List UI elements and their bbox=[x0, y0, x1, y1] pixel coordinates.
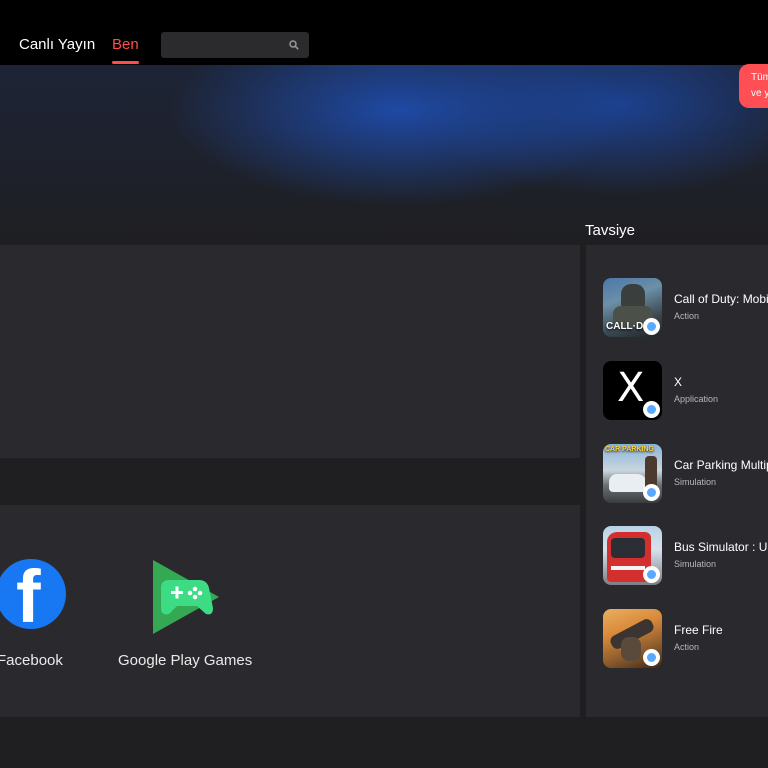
rec-item-car-parking[interactable]: CAR PARKING Car Parking Multiplayer Simu… bbox=[603, 444, 768, 504]
rec-item-free-fire[interactable]: Free Fire Action bbox=[603, 609, 768, 669]
rec-item-call-of-duty[interactable]: CALL·DU Call of Duty: Mobile Action bbox=[603, 278, 768, 338]
cloud-badge-icon bbox=[643, 566, 660, 583]
rec-name: Car Parking Multiplayer bbox=[674, 458, 768, 472]
cloud-badge-icon bbox=[643, 484, 660, 501]
rec-item-bus-simulator[interactable]: Bus Simulator : Ultimate Simulation bbox=[603, 526, 768, 586]
app-tile-google-play-games[interactable]: Google Play Games bbox=[118, 505, 258, 685]
tab-live-stream[interactable]: Canlı Yayın bbox=[19, 36, 95, 53]
google-play-games-icon[interactable] bbox=[151, 558, 221, 636]
rec-category: Simulation bbox=[674, 477, 717, 487]
rec-item-x[interactable]: X X Application bbox=[603, 361, 768, 421]
free-fire-icon[interactable] bbox=[603, 609, 662, 668]
rec-category: Action bbox=[674, 311, 700, 321]
search-icon[interactable] bbox=[289, 40, 299, 50]
app-label-facebook: Facebook bbox=[0, 652, 63, 669]
rec-name: Free Fire bbox=[674, 623, 723, 637]
installed-apps-panel: f Facebook Google Play Games bbox=[0, 505, 580, 717]
call-of-duty-icon[interactable]: CALL·DU bbox=[603, 278, 662, 337]
notification-badge[interactable]: Tüm ve y bbox=[739, 64, 768, 108]
content-panel-top bbox=[0, 245, 580, 458]
x-icon[interactable]: X bbox=[603, 361, 662, 420]
app-tile-facebook[interactable]: f Facebook bbox=[0, 505, 70, 669]
cloud-badge-icon bbox=[643, 401, 660, 418]
rec-name: Bus Simulator : Ultimate bbox=[674, 540, 768, 554]
notification-text-line1: Tüm bbox=[751, 72, 768, 83]
recommendations-title: Tavsiye bbox=[585, 222, 636, 239]
top-navigation-bar: Canlı Yayın Ben bbox=[0, 0, 768, 65]
x-icon-text: X bbox=[617, 365, 645, 411]
rec-category: Application bbox=[674, 394, 719, 404]
notification-text-line2: ve y bbox=[751, 88, 768, 99]
facebook-icon[interactable]: f bbox=[0, 559, 66, 629]
rec-category: Action bbox=[674, 642, 700, 652]
rec-name: Call of Duty: Mobile bbox=[674, 292, 768, 306]
cloud-badge-icon bbox=[643, 649, 660, 666]
cloud-badge-icon bbox=[643, 318, 660, 335]
search-input[interactable] bbox=[161, 32, 281, 58]
bus-simulator-icon[interactable] bbox=[603, 526, 662, 585]
car-parking-icon[interactable]: CAR PARKING bbox=[603, 444, 662, 503]
active-tab-indicator bbox=[112, 61, 139, 64]
rec-name: X bbox=[674, 375, 683, 389]
app-label-google-play-games: Google Play Games bbox=[118, 652, 253, 669]
hero-banner[interactable] bbox=[0, 65, 768, 245]
search-box[interactable] bbox=[161, 32, 309, 58]
car-parking-icon-text: CAR PARKING bbox=[605, 446, 654, 453]
rec-category: Simulation bbox=[674, 559, 717, 569]
tab-me[interactable]: Ben bbox=[112, 36, 139, 53]
